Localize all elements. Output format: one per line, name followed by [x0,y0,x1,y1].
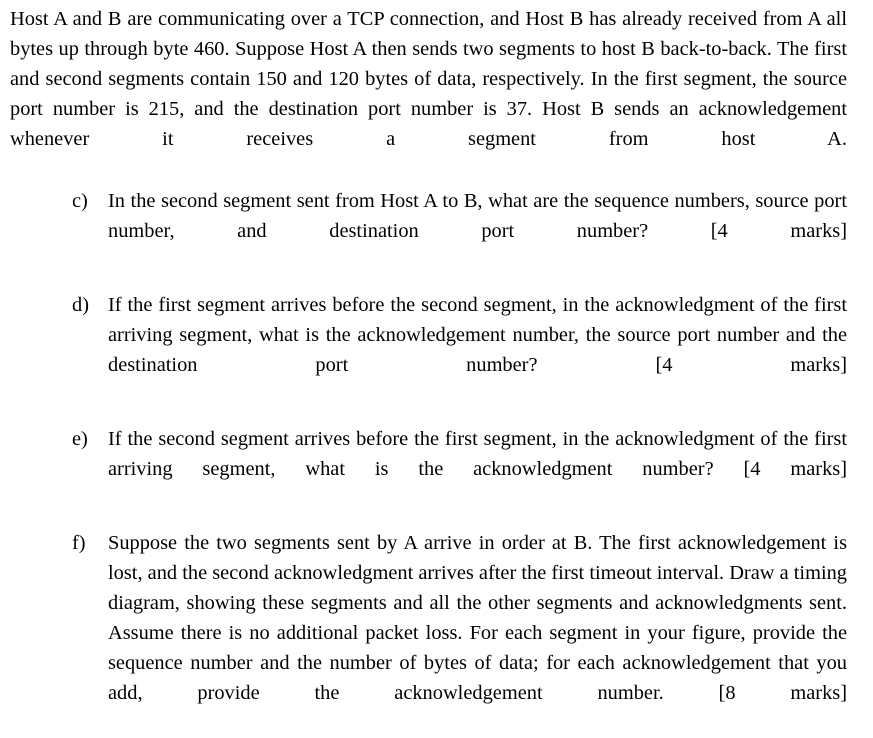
question-marker-e: e) [72,428,88,450]
question-item-e: e) If the second segment arrives before … [10,424,847,514]
question-text-c: In the second segment sent from Host A t… [108,190,847,242]
question-text-f: Suppose the two segments sent by A arriv… [108,532,847,704]
document-page: Host A and B are communicating over a TC… [0,0,873,704]
question-list: c) In the second segment sent from Host … [10,186,847,738]
question-text-e: If the second segment arrives before the… [108,428,847,480]
question-item-c: c) In the second segment sent from Host … [10,186,847,276]
question-marker-c: c) [72,190,88,212]
question-item-d: d) If the first segment arrives before t… [10,290,847,410]
question-marker-f: f) [72,532,86,554]
question-text-d: If the first segment arrives before the … [108,294,847,376]
intro-paragraph: Host A and B are communicating over a TC… [10,8,847,150]
question-item-f: f) Suppose the two segments sent by A ar… [10,528,847,738]
question-marker-d: d) [72,294,89,316]
